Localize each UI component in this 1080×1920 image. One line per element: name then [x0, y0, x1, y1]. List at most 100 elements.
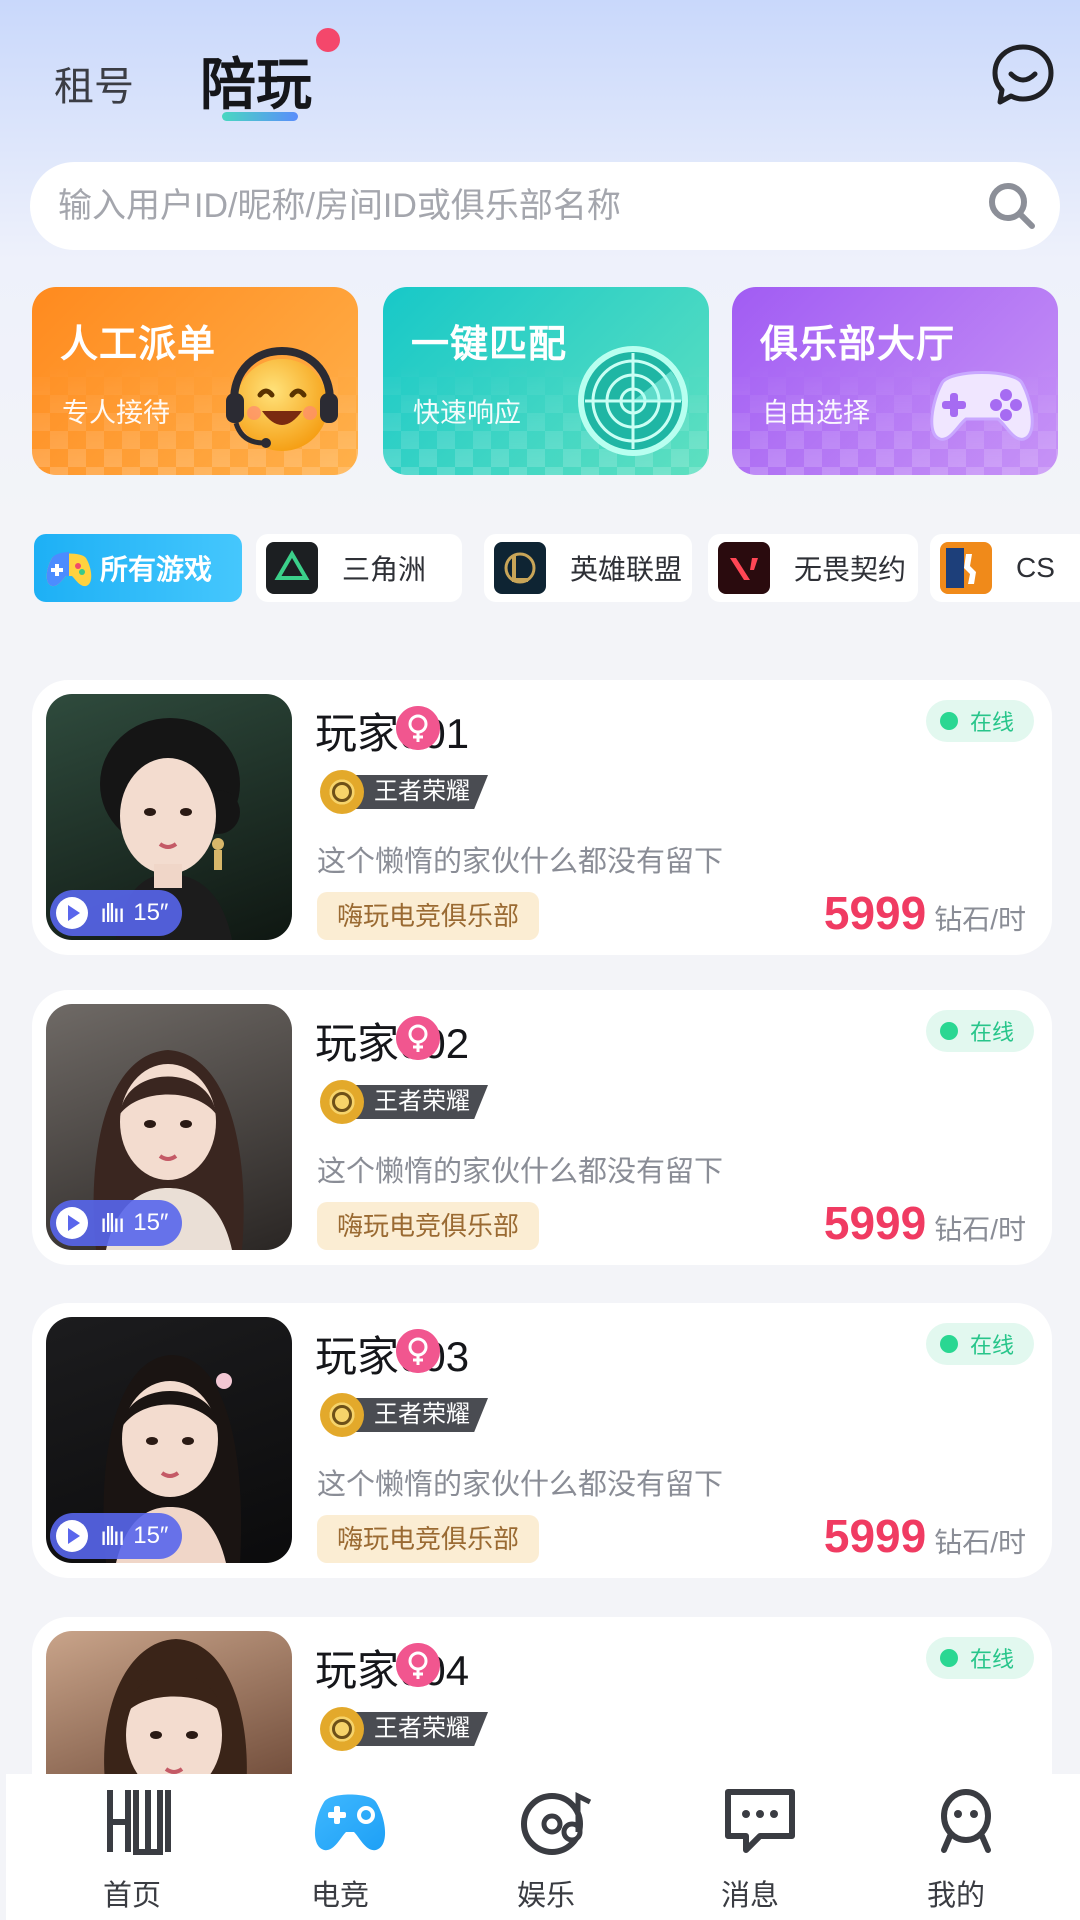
- player-avatar[interactable]: ıllıı 15″: [46, 1004, 292, 1250]
- sound-wave-icon: ıllıı: [100, 897, 125, 928]
- feature-cards: 人工派单 专人接待 一键匹配 快速响应 俱乐部大厅 自由选择: [32, 287, 1058, 477]
- tab-label: 所有游戏: [100, 554, 213, 585]
- play-icon: [56, 897, 88, 929]
- headset-emoji-icon: [226, 346, 338, 451]
- player-card[interactable]: ıllıı 15″ 玩家001 王者荣耀 这个懒惰的家伙什么都没有留下 嗨玩电竞…: [32, 680, 1052, 955]
- online-status-badge: 在线: [925, 700, 1034, 742]
- search-icon[interactable]: [986, 180, 1038, 232]
- tab-label: 无畏契约: [794, 554, 907, 585]
- tab-league-of-legends[interactable]: 英雄联盟: [484, 534, 692, 602]
- gamepad-icon: [314, 1794, 386, 1851]
- rank-coin-icon: [320, 1080, 364, 1124]
- player-avatar[interactable]: [46, 1631, 292, 1791]
- radar-icon: [578, 346, 688, 456]
- online-dot-icon: [939, 1649, 958, 1667]
- bottom-navigation-bar: 首页 电竞 娱乐 消息 我的: [6, 1774, 1080, 1920]
- rank-game-name: 王者荣耀: [350, 1085, 488, 1119]
- card-subtitle: 专人接待: [62, 398, 170, 428]
- nav-item-profile[interactable]: 我的: [876, 1774, 1036, 1920]
- price-unit: 钻石/时: [934, 1214, 1026, 1245]
- game-rank-badge: 王者荣耀: [320, 1080, 488, 1124]
- price-value: 5999: [823, 1510, 927, 1562]
- tab-valorant[interactable]: 无畏契约: [708, 534, 918, 602]
- game-controller-icon: [930, 371, 1034, 441]
- price-value: 5999: [823, 887, 927, 939]
- rank-coin-icon: [320, 1707, 364, 1751]
- online-status-badge: 在线: [925, 1323, 1034, 1365]
- status-text: 在线: [969, 710, 1014, 735]
- voice-intro-button[interactable]: ıllıı 15″: [50, 1513, 183, 1559]
- home-hw-icon: [107, 1790, 171, 1855]
- quick-match-card[interactable]: 一键匹配 快速响应: [383, 287, 709, 475]
- search-input[interactable]: [58, 162, 978, 250]
- voice-duration: 15″: [133, 899, 169, 926]
- club-hall-card[interactable]: 俱乐部大厅 自由选择: [732, 287, 1058, 475]
- price: 5999 钻石/时: [824, 1196, 1026, 1250]
- tab-rent-account[interactable]: 租号: [54, 54, 134, 112]
- tab-delta-force[interactable]: 三角洲: [256, 534, 462, 602]
- nav-item-entertainment[interactable]: 娱乐: [466, 1774, 626, 1920]
- club-tag[interactable]: 嗨玩电竞俱乐部: [317, 892, 540, 940]
- player-name: 玩家002: [315, 1020, 470, 1067]
- club-tag[interactable]: 嗨玩电竞俱乐部: [317, 1202, 540, 1250]
- online-dot-icon: [939, 1335, 958, 1353]
- club-tag[interactable]: 嗨玩电竞俱乐部: [317, 1515, 540, 1563]
- player-card[interactable]: ıllıı 15″ 玩家003 王者荣耀 这个懒惰的家伙什么都没有留下 嗨玩电竞…: [32, 1303, 1052, 1578]
- online-status-badge: 在线: [925, 1637, 1034, 1679]
- nav-label: 首页: [102, 1880, 161, 1912]
- colorful-gamepad-icon: [46, 552, 92, 587]
- nav-label: 电竞: [310, 1880, 369, 1912]
- status-text: 在线: [969, 1333, 1014, 1358]
- tab-label: CS: [1016, 552, 1055, 583]
- valorant-logo-icon: [718, 542, 770, 594]
- search-bar[interactable]: [30, 162, 1060, 250]
- rank-coin-icon: [320, 770, 364, 814]
- music-disc-icon: [521, 1791, 592, 1855]
- female-gender-icon: [396, 1329, 440, 1373]
- game-rank-badge: 王者荣耀: [320, 770, 488, 814]
- voice-intro-button[interactable]: ıllıı 15″: [50, 890, 183, 936]
- online-dot-icon: [939, 1022, 958, 1040]
- player-card[interactable]: 玩家004 王者荣耀 在线: [32, 1617, 1052, 1797]
- player-name: 玩家001: [315, 710, 470, 757]
- voice-intro-button[interactable]: ıllıı 15″: [50, 1200, 183, 1246]
- price: 5999 钻石/时: [824, 1509, 1026, 1563]
- tab-counter-strike[interactable]: CS: [930, 534, 1080, 602]
- online-dot-icon: [939, 712, 958, 730]
- player-avatar[interactable]: ıllıı 15″: [46, 694, 292, 940]
- player-bio: 这个懒惰的家伙什么都没有留下: [317, 846, 724, 878]
- customer-service-icon[interactable]: [990, 42, 1056, 108]
- league-of-legends-logo-icon: [494, 542, 546, 594]
- nav-item-esports[interactable]: 电竞: [260, 1774, 420, 1920]
- tab-play-companion[interactable]: 陪玩: [200, 40, 312, 121]
- rank-game-name: 王者荣耀: [350, 1398, 488, 1432]
- price-unit: 钻石/时: [934, 1527, 1026, 1558]
- nav-item-home[interactable]: 首页: [52, 1774, 212, 1920]
- notification-dot: [316, 28, 340, 52]
- rank-game-name: 王者荣耀: [350, 775, 488, 809]
- nav-label: 消息: [720, 1880, 779, 1912]
- price-value: 5999: [823, 1197, 927, 1249]
- player-card[interactable]: ıllıı 15″ 玩家002 王者荣耀 这个懒惰的家伙什么都没有留下 嗨玩电竞…: [32, 990, 1052, 1265]
- game-rank-badge: 王者荣耀: [320, 1393, 488, 1437]
- tab-all-games[interactable]: 所有游戏: [34, 534, 242, 602]
- active-tab-indicator: [222, 112, 298, 121]
- card-title: 人工派单: [60, 324, 217, 366]
- card-subtitle: 自由选择: [762, 398, 870, 428]
- player-bio: 这个懒惰的家伙什么都没有留下: [317, 1156, 724, 1188]
- female-gender-icon: [396, 706, 440, 750]
- rank-game-name: 王者荣耀: [350, 1712, 488, 1746]
- nav-item-messages[interactable]: 消息: [670, 1774, 830, 1920]
- player-name: 玩家004: [315, 1647, 470, 1694]
- delta-force-logo-icon: [266, 542, 318, 594]
- nav-label: 娱乐: [516, 1880, 575, 1912]
- sound-wave-icon: ıllıı: [100, 1207, 125, 1238]
- player-avatar[interactable]: ıllıı 15″: [46, 1317, 292, 1563]
- play-icon: [56, 1520, 88, 1552]
- game-filter-tabs: 所有游戏 三角洲 英雄联盟 无畏契约 CS: [34, 534, 1080, 602]
- voice-duration: 15″: [133, 1209, 169, 1236]
- game-rank-badge: 王者荣耀: [320, 1707, 488, 1751]
- sound-wave-icon: ıllıı: [100, 1520, 125, 1551]
- profile-face-icon: [941, 1789, 991, 1853]
- manual-dispatch-card[interactable]: 人工派单 专人接待: [32, 287, 358, 475]
